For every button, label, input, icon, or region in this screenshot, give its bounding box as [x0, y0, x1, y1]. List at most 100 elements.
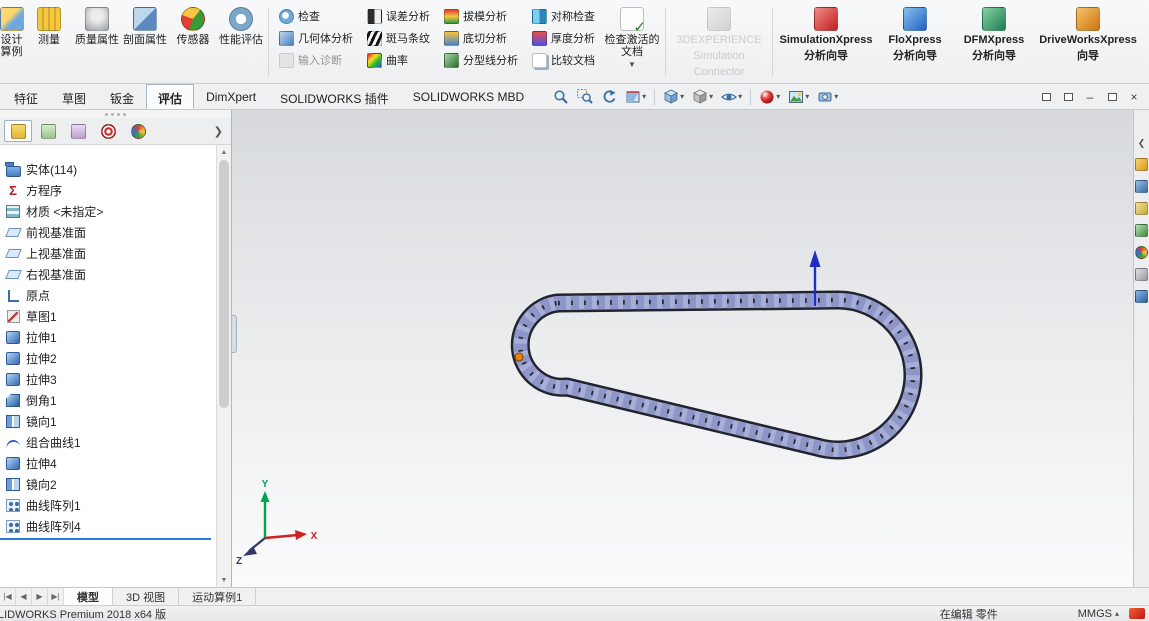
unit-system-selector[interactable]: MMGS ▴ [1074, 608, 1123, 620]
displaymanager-tab[interactable] [124, 120, 152, 142]
tree-item-curve-pattern1[interactable]: 曲线阵列1 [5, 495, 215, 516]
pane-left-icon[interactable] [1037, 88, 1055, 106]
scrollbar-thumb[interactable] [219, 160, 229, 408]
tree-item-curve-pattern4[interactable]: 曲线阵列4 [5, 516, 215, 537]
product-version-label: LIDWORKS Premium 2018 x64 版 [0, 608, 167, 621]
rollback-bar[interactable] [0, 538, 211, 540]
tree-item-extrude3[interactable]: 拉伸3 [5, 369, 215, 390]
tab-solidworks-addins[interactable]: SOLIDWORKS 插件 [268, 84, 401, 109]
restore-button[interactable] [1103, 88, 1121, 106]
check-column: 检查 几何体分析 输入诊断 [272, 2, 360, 82]
tree-item-extrude2[interactable]: 拉伸2 [5, 348, 215, 369]
view-settings-icon[interactable]: ▾ [814, 87, 841, 107]
draft-analysis-button[interactable]: 拔模分析 [439, 7, 523, 25]
check-active-document-button[interactable]: 检查激活的文档 ▼ [602, 2, 662, 82]
tree-item-extrude4[interactable]: 拉伸4 [5, 453, 215, 474]
tab-features[interactable]: 特征 [2, 84, 50, 109]
tab-dimxpert[interactable]: DimXpert [194, 84, 268, 109]
taskpane-view-palette-icon[interactable] [1135, 224, 1148, 237]
apply-scene-icon[interactable]: ▾ [785, 87, 812, 107]
3dexperience-connector-button[interactable]: 3DEXPERIENCE Simulation Connector [669, 2, 769, 82]
configurationmanager-tab[interactable] [64, 120, 92, 142]
design-study-button[interactable]: 设计算例 [0, 2, 25, 82]
panel-grip[interactable] [0, 110, 231, 118]
performance-evaluation-button[interactable]: 性能评估 [217, 2, 265, 82]
taskpane-resources-icon[interactable] [1135, 158, 1148, 171]
tree-item-equations[interactable]: 方程序 [5, 180, 215, 201]
triad-y-label: Y [262, 479, 269, 490]
tree-item-composite-curve1[interactable]: 组合曲线1 [5, 432, 215, 453]
tab-sketch[interactable]: 草图 [50, 84, 98, 109]
taskpane-custom-properties-icon[interactable] [1135, 268, 1148, 281]
minimize-button[interactable]: – [1081, 88, 1099, 106]
zoom-area-icon[interactable] [574, 87, 596, 107]
chain-model[interactable] [510, 290, 923, 460]
tree-item-solid-bodies[interactable]: 实体(114) [5, 159, 215, 180]
tree-item-sketch1[interactable]: 草图1 [5, 306, 215, 327]
dfmxpress-button[interactable]: DFMXpress 分析向导 [954, 2, 1034, 82]
tree-item-right-plane[interactable]: 右视基准面 [4, 264, 215, 285]
driveworksxpress-button[interactable]: DriveWorksXpress 向导 [1034, 2, 1142, 82]
tab-evaluate[interactable]: 评估 [146, 84, 195, 109]
featuremanager-tab[interactable] [4, 120, 32, 142]
prev-tab-icon[interactable]: ◀ [16, 588, 32, 605]
last-tab-icon[interactable]: ▶| [48, 588, 64, 605]
tree-item-material[interactable]: 材质 <未指定> [5, 201, 215, 222]
parting-line-analysis-button[interactable]: 分型线分析 [439, 51, 523, 69]
first-tab-icon[interactable]: |◀ [0, 588, 16, 605]
display-style-icon[interactable]: ▾ [689, 87, 716, 107]
tree-item-front-plane[interactable]: 前视基准面 [4, 222, 215, 243]
symmetry-check-button[interactable]: 对称检查 [527, 7, 600, 25]
pane-right-icon[interactable] [1059, 88, 1077, 106]
tree-item-mirror2[interactable]: 镜向2 [5, 474, 215, 495]
hide-show-items-icon[interactable]: ▾ [718, 87, 745, 107]
tab-motion-study1[interactable]: 运动算例1 [179, 588, 257, 605]
deviation-analysis-button[interactable]: 误差分析 [362, 7, 435, 25]
dimxpertmanager-tab[interactable] [94, 120, 122, 142]
origin-icon [5, 288, 21, 304]
panel-splitter-handle[interactable] [232, 315, 237, 353]
next-tab-icon[interactable]: ▶ [32, 588, 48, 605]
tree-item-origin[interactable]: 原点 [5, 285, 215, 306]
edit-appearance-icon[interactable]: ▾ [756, 87, 783, 107]
undercut-analysis-button[interactable]: 底切分析 [439, 29, 523, 47]
tree-item-extrude1[interactable]: 拉伸1 [5, 327, 215, 348]
pane-expand-chevron-icon[interactable]: ❯ [210, 125, 227, 138]
geometry-analysis-button[interactable]: 几何体分析 [274, 29, 358, 47]
scroll-up-icon[interactable]: ▲ [217, 145, 231, 159]
section-properties-button[interactable]: 剖面属性 [121, 2, 169, 82]
tree-item-chamfer1[interactable]: 倒角1 [5, 390, 215, 411]
tree-item-top-plane[interactable]: 上视基准面 [4, 243, 215, 264]
tab-sheet-metal[interactable]: 钣金 [98, 84, 146, 109]
tree-item-mirror1[interactable]: 镜向1 [5, 411, 215, 432]
floxpress-button[interactable]: FloXpress 分析向导 [876, 2, 954, 82]
measure-button[interactable]: 测量 [25, 2, 73, 82]
graphics-viewport[interactable]: Y X Z [232, 110, 1133, 587]
simulationxpress-button[interactable]: SimulationXpress 分析向导 [776, 2, 876, 82]
section-view-icon[interactable]: ▾ [622, 87, 649, 107]
propertymanager-tab[interactable] [34, 120, 62, 142]
check-button[interactable]: 检查 [274, 7, 358, 25]
curvature-button[interactable]: 曲率 [362, 51, 435, 69]
chain-endpoint-marker[interactable] [514, 352, 524, 362]
import-diagnostics-button[interactable]: 输入诊断 [274, 51, 358, 69]
tab-3d-views[interactable]: 3D 视图 [113, 588, 180, 605]
tab-solidworks-mbd[interactable]: SOLIDWORKS MBD [401, 84, 536, 109]
close-button[interactable]: × [1125, 88, 1143, 106]
scroll-down-icon[interactable]: ▼ [217, 573, 231, 587]
zebra-stripes-button[interactable]: 斑马条纹 [362, 29, 435, 47]
taskpane-forum-icon[interactable] [1135, 290, 1148, 303]
thickness-analysis-button[interactable]: 厚度分析 [527, 29, 600, 47]
taskpane-design-library-icon[interactable] [1135, 180, 1148, 193]
taskpane-file-explorer-icon[interactable] [1135, 202, 1148, 215]
sensor-button[interactable]: 传感器 [169, 2, 217, 82]
taskpane-expand-icon[interactable]: ❮ [1138, 138, 1146, 149]
tab-model[interactable]: 模型 [64, 588, 113, 605]
tree-scrollbar[interactable]: ▲ ▼ [216, 145, 231, 587]
mass-properties-button[interactable]: 质量属性 [73, 2, 121, 82]
previous-view-icon[interactable] [598, 87, 620, 107]
compare-documents-button[interactable]: 比较文档 [527, 51, 600, 69]
zoom-fit-icon[interactable] [550, 87, 572, 107]
view-orientation-icon[interactable]: ▾ [660, 87, 687, 107]
taskpane-appearances-icon[interactable] [1135, 246, 1148, 259]
